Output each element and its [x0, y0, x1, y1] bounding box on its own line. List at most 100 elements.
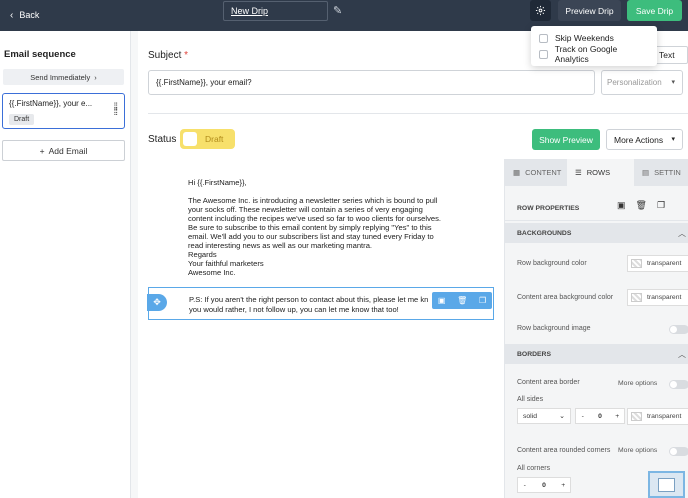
content-bg-label: Content area background color: [517, 294, 614, 301]
email-body[interactable]: Hi {{.FirstName}}, The Awesome Inc. is i…: [188, 178, 453, 277]
plus-button[interactable]: +: [611, 413, 624, 420]
row-toolbar: ▣ 🗑 ❐: [432, 292, 492, 309]
row-properties-header: ROW PROPERTIES ▣ 🗑 ❐: [505, 195, 688, 221]
more-actions-button[interactable]: More Actions ▾: [606, 129, 683, 150]
status-toggle[interactable]: Draft: [180, 129, 235, 149]
chevron-up-icon: ︿: [678, 229, 686, 238]
transparent-swatch: [631, 293, 642, 302]
settings-button[interactable]: [530, 0, 551, 21]
back-label: Back: [19, 10, 40, 20]
minus-button[interactable]: -: [518, 482, 531, 489]
move-icon[interactable]: ✥: [147, 294, 167, 311]
rounded-corners-label: Content area rounded corners: [517, 447, 611, 454]
border-style-value: solid: [523, 413, 537, 420]
properties-panel: ▦ CONTENT ☰ ROWS ▤ SETTIN ROW PROPERTIES…: [504, 159, 688, 498]
settings-menu: Skip Weekends Track on Google Analytics: [531, 26, 657, 66]
more-actions-label: More Actions: [614, 135, 664, 145]
transparent-swatch: [631, 259, 642, 268]
email-signoff: Your faithful marketers: [188, 259, 264, 268]
image-block-thumbnail[interactable]: [648, 471, 685, 498]
corner-radius-stepper[interactable]: - 0 +: [517, 477, 571, 493]
grid-icon: ▦: [513, 168, 521, 177]
email-sequence-sidebar: Email sequence Send Immediately › {{.Fir…: [0, 31, 131, 498]
save-icon[interactable]: ▣: [438, 296, 446, 305]
tab-label: SETTIN: [654, 168, 681, 177]
more-options-label: More options: [618, 447, 658, 454]
show-preview-button[interactable]: Show Preview: [532, 129, 600, 150]
subject-input[interactable]: {{.FirstName}}, your email?: [148, 70, 595, 95]
plus-button[interactable]: +: [557, 482, 570, 489]
text-tab[interactable]: Text: [652, 46, 688, 64]
chevron-up-icon: ︿: [678, 350, 686, 359]
google-analytics-option[interactable]: Track on Google Analytics: [539, 44, 649, 64]
save-drip-button[interactable]: Save Drip: [627, 0, 682, 21]
send-timing-button[interactable]: Send Immediately ›: [3, 69, 124, 85]
send-timing-label: Send Immediately: [30, 72, 91, 82]
border-color-picker[interactable]: transparent: [627, 408, 688, 425]
corners-more-options-toggle[interactable]: [669, 447, 688, 456]
row-bg-label: Row background color: [517, 260, 587, 267]
row-bg-value: transparent: [647, 260, 682, 267]
email-body-line: your socks off. These newsletter will co…: [188, 205, 423, 214]
more-options-label: More options: [618, 380, 658, 387]
trash-icon[interactable]: 🗑: [636, 200, 647, 211]
drag-handle-icon[interactable]: ⁞⁞ ⁞⁞: [113, 103, 117, 118]
email-regards: Regards: [188, 250, 217, 259]
divider: [148, 113, 688, 114]
status-value: Draft: [205, 134, 224, 144]
selected-row[interactable]: ✥ P.S: If you aren't the right person to…: [147, 287, 494, 320]
status-label: Status: [148, 134, 177, 145]
ps-text: P.S: If you aren't the right person to c…: [189, 295, 429, 315]
border-width-value: 0: [598, 412, 602, 420]
skip-weekends-checkbox[interactable]: [539, 33, 548, 43]
tab-content[interactable]: ▦ CONTENT: [505, 159, 567, 186]
add-email-button[interactable]: + Add Email: [2, 140, 125, 161]
row-bg-image-label: Row background image: [517, 325, 591, 332]
border-width-stepper[interactable]: - 0 +: [575, 408, 625, 424]
email-body-line: The Awesome Inc. is introducing a newsle…: [188, 196, 438, 205]
tab-label: CONTENT: [525, 168, 562, 177]
border-more-options-toggle[interactable]: [669, 380, 688, 389]
borders-section[interactable]: BORDERS ︿: [505, 344, 688, 364]
duplicate-icon[interactable]: ❐: [657, 200, 665, 211]
email-card-title: {{.FirstName}}, your e...: [9, 99, 93, 108]
tab-label: ROWS: [586, 168, 611, 177]
google-analytics-checkbox[interactable]: [539, 49, 548, 59]
content-border-label: Content area border: [517, 379, 580, 386]
ps-line: you would rather, I not follow up, you c…: [189, 305, 399, 314]
border-color-value: transparent: [647, 413, 682, 420]
sidebar-title: Email sequence: [4, 49, 76, 60]
pencil-icon[interactable]: ✎: [333, 4, 342, 17]
email-greeting: Hi {{.FirstName}},: [188, 178, 247, 187]
backgrounds-label: BACKGROUNDS: [517, 230, 572, 237]
content-bg-value: transparent: [647, 294, 682, 301]
row-bg-image-toggle[interactable]: [669, 325, 688, 334]
border-style-select[interactable]: solid ⌄: [517, 408, 571, 424]
drip-name-field[interactable]: New Drip: [223, 1, 328, 21]
personalization-select[interactable]: Personalization ▾: [601, 70, 683, 95]
tab-rows[interactable]: ☰ ROWS: [567, 159, 634, 186]
email-card[interactable]: {{.FirstName}}, your e... Draft ⁞⁞ ⁞⁞: [2, 93, 125, 129]
email-body-line: content including the recipes we've used…: [188, 214, 442, 223]
gear-icon: [535, 5, 546, 16]
email-body-line: Be sure to subscribe to this email conte…: [188, 223, 432, 232]
row-bg-color-picker[interactable]: transparent: [627, 255, 688, 272]
duplicate-icon[interactable]: ❐: [479, 296, 486, 305]
subject-label-text: Subject: [148, 50, 182, 61]
save-icon[interactable]: ▣: [617, 200, 626, 211]
transparent-swatch: [631, 412, 642, 421]
preview-drip-button[interactable]: Preview Drip: [558, 0, 621, 21]
row-properties-actions: ▣ 🗑 ❐: [617, 200, 665, 211]
email-body-line: email. We'll add you to our subscribers …: [188, 232, 434, 241]
back-button[interactable]: ‹ Back: [10, 5, 39, 25]
rows-icon: ☰: [575, 168, 582, 177]
chevron-down-icon: ⌄: [559, 413, 565, 420]
backgrounds-section[interactable]: BACKGROUNDS ︿: [505, 223, 688, 243]
content-bg-color-picker[interactable]: transparent: [627, 289, 688, 306]
trash-icon[interactable]: 🗑: [457, 296, 467, 305]
minus-button[interactable]: -: [576, 413, 589, 420]
chevron-right-icon: ›: [94, 72, 97, 82]
required-mark: *: [184, 50, 189, 61]
panel-tabs: ▦ CONTENT ☰ ROWS ▤ SETTIN: [505, 159, 688, 186]
tab-settings[interactable]: ▤ SETTIN: [634, 159, 688, 186]
